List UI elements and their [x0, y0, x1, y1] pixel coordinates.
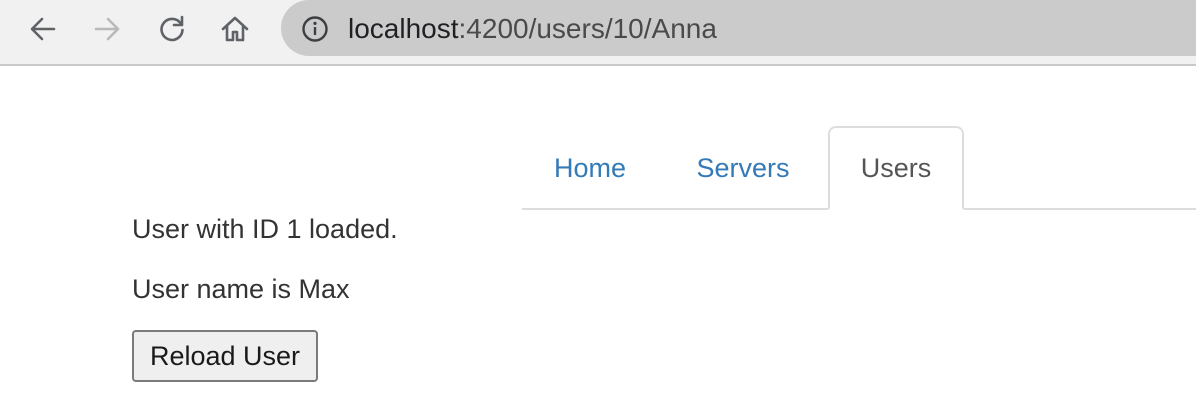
url-text[interactable]: localhost:4200/users/10/Anna — [348, 13, 717, 45]
tab-home-label: Home — [553, 152, 627, 183]
tab-servers-label: Servers — [696, 152, 790, 183]
reload-page-button[interactable] — [153, 10, 191, 48]
info-icon[interactable] — [301, 15, 329, 43]
tab-users[interactable]: Users — [828, 126, 964, 210]
tab-users-label: Users — [860, 152, 932, 183]
url-path: :4200/users/10/Anna — [458, 13, 717, 44]
nav-tabs: Home Servers Users — [522, 126, 1196, 210]
arrow-left-icon — [30, 17, 56, 41]
user-name-message: User name is Max — [132, 274, 350, 304]
reload-user-button[interactable]: Reload User — [132, 330, 318, 382]
reload-icon — [160, 15, 184, 42]
tab-servers[interactable]: Servers — [668, 127, 818, 209]
user-loaded-message: User with ID 1 loaded. — [132, 214, 398, 244]
home-button[interactable] — [216, 10, 254, 48]
url-host: localhost — [348, 13, 459, 44]
browser-toolbar: localhost:4200/users/10/Anna — [0, 0, 1196, 66]
back-button[interactable] — [24, 10, 62, 48]
home-icon — [221, 16, 249, 42]
tab-home[interactable]: Home — [522, 127, 658, 209]
arrow-right-icon — [94, 17, 120, 41]
address-bar[interactable]: localhost:4200/users/10/Anna — [281, 0, 1196, 56]
forward-button[interactable] — [88, 10, 126, 48]
